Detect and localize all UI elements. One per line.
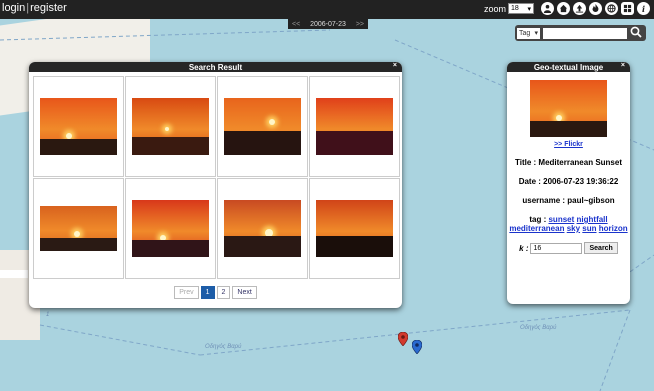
fire-icon[interactable] — [589, 2, 602, 15]
result-thumbnail[interactable] — [33, 76, 124, 177]
zoom-value: 18 — [511, 5, 519, 12]
register-link[interactable]: register — [30, 2, 67, 14]
zoom-label: zoom — [484, 3, 507, 14]
panel-header: Search Result × — [29, 62, 402, 72]
user-icon[interactable] — [541, 2, 554, 15]
tag-link[interactable]: sunset — [548, 215, 574, 224]
info-icon[interactable]: i — [637, 2, 650, 15]
next-date-button[interactable]: >> — [356, 21, 364, 28]
flickr-link[interactable]: >> Flickr — [507, 141, 630, 148]
horizon-shape — [530, 121, 607, 137]
geo-details: >> Flickr Title : Mediterranean Sunset D… — [507, 80, 630, 254]
horizon-shape — [224, 236, 301, 257]
map-marker-red-icon[interactable] — [398, 332, 408, 346]
tag-label: tag : — [529, 215, 547, 224]
tag-link[interactable]: mediterranean — [509, 224, 564, 233]
top-bar: login|register zoom 18 ▾ i — [0, 0, 654, 19]
panel-title: Search Result — [188, 62, 243, 72]
sunset-image — [224, 98, 301, 155]
k-row: k : Search — [507, 242, 630, 254]
search-type-value: Tag — [519, 29, 531, 37]
search-type-select[interactable]: Tag ▾ — [517, 27, 540, 39]
horizon-shape — [316, 131, 393, 155]
sunset-image — [132, 98, 209, 155]
image-tags: tag : sunset nightfall mediterranean sky… — [507, 215, 630, 233]
search-input[interactable] — [543, 27, 627, 39]
tag-link[interactable]: nightfall — [577, 215, 608, 224]
horizon-shape — [224, 131, 301, 155]
map-label: 1 — [46, 312, 50, 318]
zoom-control: zoom 18 ▾ — [484, 3, 535, 14]
globe-icon[interactable] — [605, 2, 618, 15]
upload-icon[interactable] — [573, 2, 586, 15]
page-button[interactable]: 2 — [216, 286, 231, 299]
current-date: 2006-07-23 — [310, 20, 346, 28]
image-username: username : paul~gibson — [522, 196, 615, 205]
search-icon[interactable] — [630, 26, 642, 40]
prev-page-button[interactable]: Prev — [174, 286, 199, 299]
home-icon[interactable] — [557, 2, 570, 15]
panel-title: Geo-textual Image — [533, 62, 604, 72]
k-label: k : — [519, 243, 529, 253]
close-icon[interactable]: × — [393, 62, 397, 69]
sun-shape — [66, 132, 73, 139]
sun-shape — [73, 230, 80, 237]
tag-link[interactable]: sky — [567, 224, 580, 233]
image-title: Title : Mediterranean Sunset — [515, 158, 622, 167]
result-thumbnail[interactable] — [217, 178, 308, 279]
zoom-select[interactable]: 18 ▾ — [508, 3, 535, 14]
horizon-shape — [40, 237, 117, 251]
thumbnail-grid — [33, 76, 400, 279]
page-button[interactable]: 1 — [200, 286, 215, 299]
k-input[interactable] — [530, 242, 583, 254]
result-thumbnail[interactable] — [217, 76, 308, 177]
map-marker-blue-icon[interactable] — [412, 340, 422, 354]
panel-header: Geo-textual Image × — [507, 62, 630, 72]
search-result-panel: Search Result × Prev 1 2 Next — [29, 62, 402, 308]
pagination: Prev 1 2 Next — [29, 286, 402, 299]
sun-shape — [556, 114, 563, 121]
auth-links: login|register — [2, 2, 67, 14]
close-icon[interactable]: × — [621, 62, 625, 69]
geo-textual-panel: Geo-textual Image × >> Flickr Title : Me… — [507, 62, 630, 304]
grid-icon[interactable] — [621, 2, 634, 15]
sunset-image — [316, 98, 393, 155]
result-thumbnail[interactable] — [309, 178, 400, 279]
sunset-image — [316, 200, 393, 257]
result-thumbnail[interactable] — [33, 178, 124, 279]
result-thumbnail[interactable] — [125, 178, 216, 279]
image-date: Date : 2006-07-23 19:36:22 — [518, 177, 619, 186]
search-button[interactable]: Search — [584, 242, 618, 254]
horizon-shape — [316, 236, 393, 257]
result-thumbnail[interactable] — [125, 76, 216, 177]
horizon-shape — [132, 136, 209, 155]
sunset-image — [40, 206, 117, 251]
result-thumbnail[interactable] — [309, 76, 400, 177]
chevron-down-icon: ▾ — [527, 5, 532, 13]
sunset-image — [40, 98, 117, 155]
sunset-image — [224, 200, 301, 257]
next-page-button[interactable]: Next — [232, 286, 257, 299]
login-link[interactable]: login — [2, 2, 25, 14]
toolbar-icons: i — [541, 2, 650, 15]
auth-separator: | — [26, 2, 30, 14]
horizon-shape — [132, 239, 209, 257]
prev-date-button[interactable]: << — [292, 21, 300, 28]
selected-image[interactable] — [530, 80, 607, 137]
chevron-down-icon: ▾ — [534, 30, 538, 37]
map-label: Οδηγός Βαρύ — [520, 325, 557, 331]
horizon-shape — [40, 139, 117, 155]
search-box: Tag ▾ — [515, 25, 646, 41]
sun-shape — [268, 118, 275, 125]
map-label: Οδηγός Βαρύ — [205, 344, 242, 350]
tag-link[interactable]: horizon — [599, 224, 628, 233]
sun-shape — [164, 127, 169, 132]
date-navigator: << 2006-07-23 >> — [288, 19, 368, 29]
sunset-image — [132, 200, 209, 257]
tag-link[interactable]: sun — [582, 224, 596, 233]
